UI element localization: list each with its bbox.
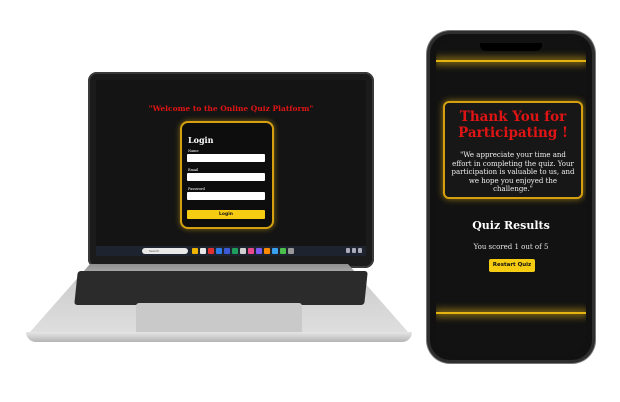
phone-screen: Thank You for Participating ! "We apprec… <box>436 40 586 354</box>
password-label: Password <box>188 187 205 191</box>
taskbar-app-icon[interactable] <box>224 248 230 254</box>
email-field[interactable] <box>187 173 265 181</box>
tray-icon[interactable] <box>358 248 362 253</box>
taskbar-app-icon[interactable] <box>256 248 262 254</box>
taskbar-app-icon[interactable] <box>200 248 206 254</box>
taskbar: Search <box>96 246 366 256</box>
name-field[interactable] <box>187 154 265 162</box>
thank-you-title: Thank You for Participating ! <box>458 109 568 141</box>
taskbar-search[interactable]: Search <box>142 248 188 254</box>
quiz-results-title: Quiz Results <box>472 219 550 232</box>
score-text: You scored 1 out of 5 <box>473 243 549 251</box>
taskbar-app-icon[interactable] <box>248 248 254 254</box>
taskbar-search-placeholder: Search <box>149 249 160 253</box>
restart-quiz-button[interactable]: Restart Quiz <box>489 259 535 272</box>
tray-icon[interactable] <box>346 248 350 253</box>
taskbar-app-icon[interactable] <box>280 248 286 254</box>
keyboard[interactable] <box>74 271 368 305</box>
thank-you-card: Thank You for Participating ! "We apprec… <box>443 101 583 199</box>
taskbar-app-icon[interactable] <box>272 248 278 254</box>
password-field[interactable] <box>187 192 265 200</box>
email-label: Email <box>188 168 199 172</box>
login-card: Login Name Email Password Login <box>180 121 274 229</box>
login-title: Login <box>188 135 214 145</box>
thank-you-message: "We appreciate your time and effort in c… <box>451 151 575 193</box>
trackpad[interactable] <box>136 303 302 335</box>
taskbar-app-icon[interactable] <box>240 248 246 254</box>
taskbar-app-icon[interactable] <box>288 248 294 254</box>
name-label: Name <box>188 149 199 153</box>
taskbar-app-icon[interactable] <box>216 248 222 254</box>
laptop-screen: "Welcome to the Online Quiz Platform" Lo… <box>96 80 366 256</box>
phone-notch <box>480 43 542 51</box>
login-button[interactable]: Login <box>187 210 265 219</box>
system-tray <box>346 248 362 253</box>
taskbar-app-icon[interactable] <box>232 248 238 254</box>
top-glow-line <box>436 60 586 62</box>
taskbar-app-icon[interactable] <box>192 248 198 254</box>
laptop-front-edge <box>26 332 412 342</box>
bottom-glow-line <box>436 312 586 314</box>
welcome-heading: "Welcome to the Online Quiz Platform" <box>148 104 314 113</box>
taskbar-app-icons <box>192 248 294 254</box>
tray-icon[interactable] <box>352 248 356 253</box>
taskbar-app-icon[interactable] <box>208 248 214 254</box>
taskbar-app-icon[interactable] <box>264 248 270 254</box>
